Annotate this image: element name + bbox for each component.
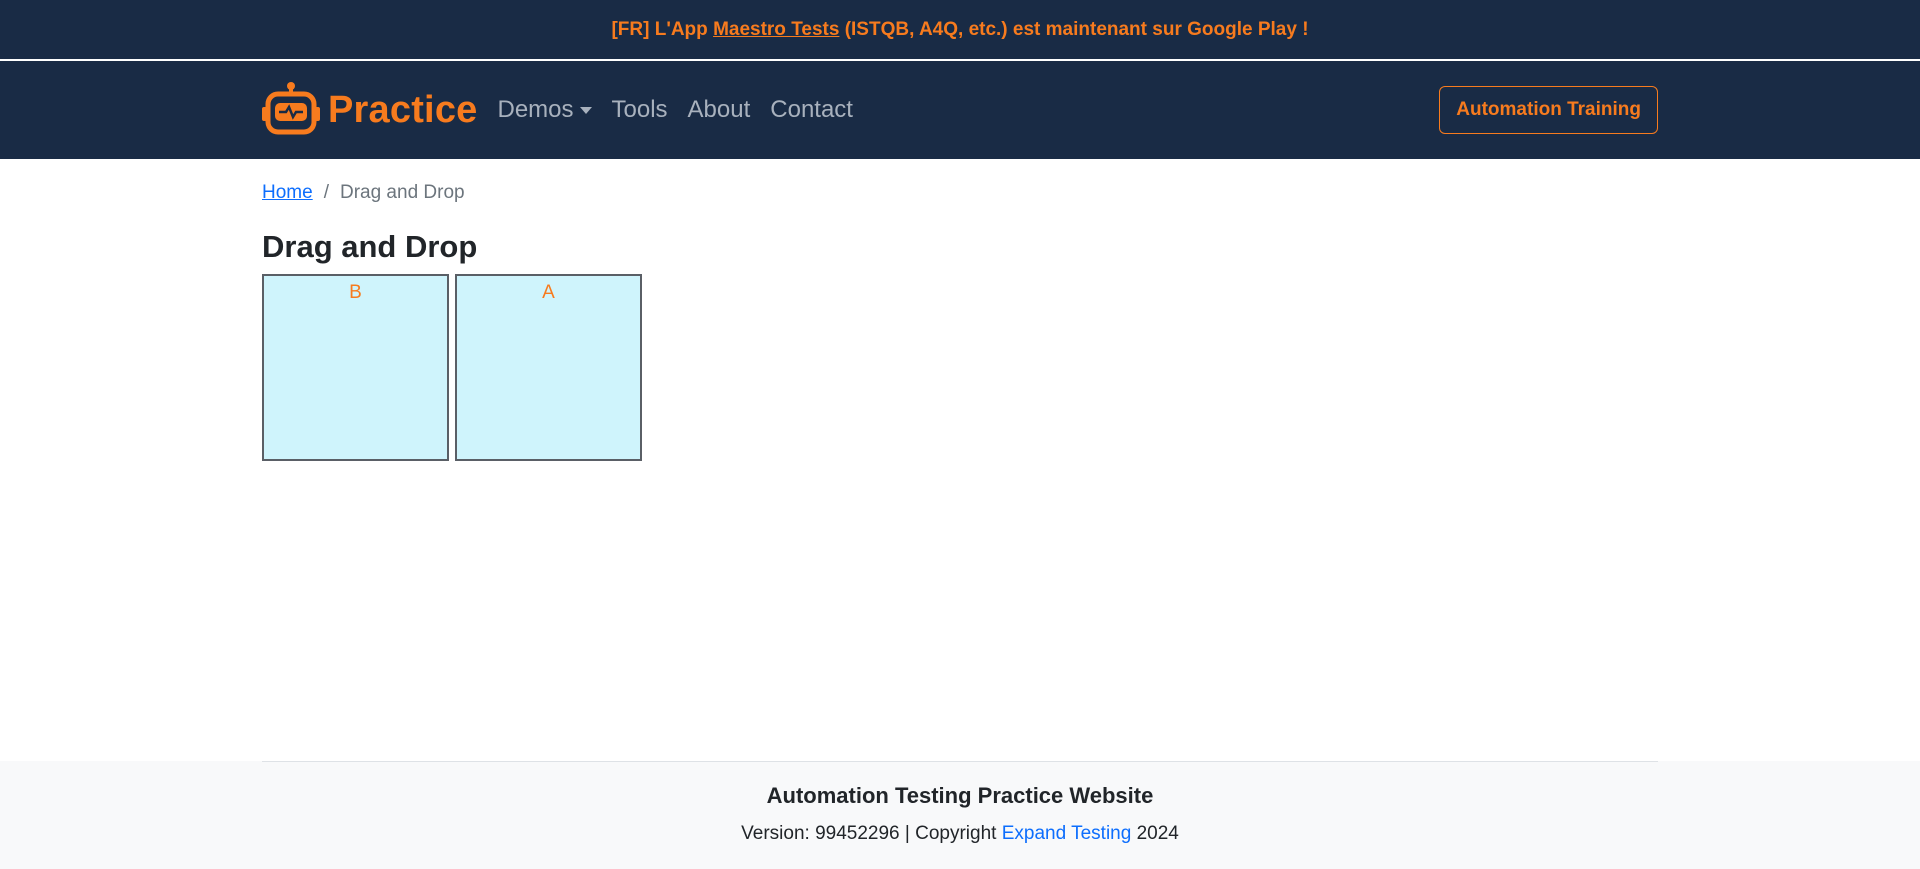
main-navbar: Practice Demos Tools About Contact Autom… [0, 61, 1920, 159]
chevron-down-icon [579, 106, 592, 114]
announcement-bar: [FR] L'App Maestro Tests (ISTQB, A4Q, et… [0, 0, 1920, 61]
robot-icon [262, 81, 320, 140]
breadcrumb-separator: / [323, 182, 329, 203]
nav-tools-link[interactable]: Tools [612, 96, 668, 124]
drag-drop-area: B A [262, 274, 1658, 461]
nav-demos-label: Demos [497, 96, 574, 123]
breadcrumb-home-link[interactable]: Home [262, 182, 313, 204]
page-title: Drag and Drop [262, 229, 478, 264]
main-content: Home / Drag and Drop Drag and Drop B A [262, 159, 1658, 461]
footer-divider [262, 761, 1658, 762]
announcement-suffix: (ISTQB, A4Q, etc.) est maintenant sur Go… [839, 18, 1309, 40]
draggable-column-a[interactable]: A [455, 274, 642, 461]
breadcrumb: Home / Drag and Drop [262, 182, 1658, 204]
column-label: A [542, 282, 555, 303]
footer-version-text: Version: 99452296 | Copyright [741, 823, 1002, 844]
breadcrumb-current: Drag and Drop [339, 182, 465, 203]
announcement-prefix: [FR] L'App [611, 18, 714, 40]
footer-title: Automation Testing Practice Website [766, 783, 1154, 808]
nav-about-link[interactable]: About [688, 96, 751, 124]
brand-link[interactable]: Practice [262, 81, 477, 140]
draggable-column-b[interactable]: B [262, 274, 449, 461]
footer-version: Version: 99452296 | Copyright Expand Tes… [0, 823, 1920, 845]
footer-year: 2024 [1131, 823, 1179, 844]
nav-demos-dropdown[interactable]: Demos [497, 96, 592, 124]
nav-contact-link[interactable]: Contact [770, 96, 853, 124]
column-label: B [349, 282, 362, 303]
expand-testing-link[interactable]: Expand Testing [1002, 823, 1132, 844]
maestro-tests-link[interactable]: Maestro Tests [713, 19, 839, 41]
automation-training-button[interactable]: Automation Training [1439, 86, 1658, 134]
brand-name: Practice [328, 88, 478, 131]
site-footer: Automation Testing Practice Website Vers… [0, 761, 1920, 869]
